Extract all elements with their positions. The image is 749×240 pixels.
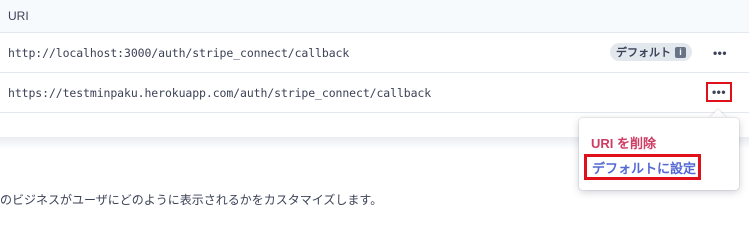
branding-description: のビジネスがユーザにどのように表示されるかをカスタマイズします。: [0, 193, 383, 207]
default-badge-label: デフォルト: [616, 47, 671, 59]
row-actions-menu: URI を削除 デフォルトに設定: [579, 118, 739, 190]
info-icon[interactable]: i: [675, 46, 686, 58]
uri-text: https://testminpaku.herokuapp.com/auth/s…: [8, 86, 432, 100]
more-options-button[interactable]: •••: [706, 82, 732, 102]
delete-uri-menu-item[interactable]: URI を削除: [591, 133, 656, 152]
set-default-menu-item[interactable]: デフォルトに設定: [584, 154, 701, 180]
uri-text: http://localhost:3000/auth/stripe_connec…: [8, 46, 350, 60]
default-badge: デフォルト i: [610, 43, 692, 61]
table-row: http://localhost:3000/auth/stripe_connec…: [0, 33, 749, 73]
more-options-button[interactable]: •••: [710, 45, 730, 61]
uri-column-header: URI: [8, 9, 29, 23]
table-header: URI: [0, 0, 749, 33]
table-row: https://testminpaku.herokuapp.com/auth/s…: [0, 73, 749, 113]
